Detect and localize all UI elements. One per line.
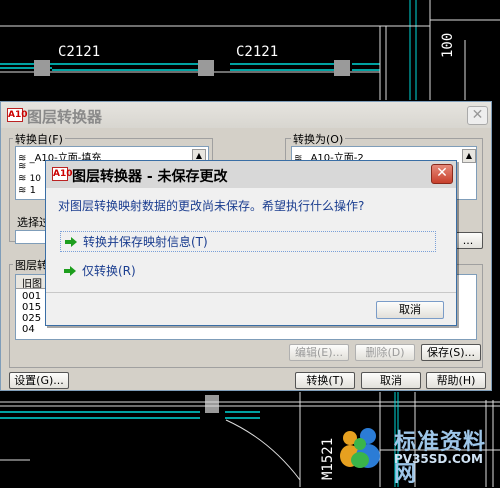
list-item[interactable]: ≋ 1 xyxy=(18,185,36,196)
convert-to-label: 转换为(O) xyxy=(291,131,346,147)
scroll-up-icon[interactable]: ▲ xyxy=(462,149,476,163)
layer-stack-icon: ≋ xyxy=(18,185,27,196)
list-item[interactable]: ≋ xyxy=(18,161,26,172)
modal-title: 图层转换器 - 未保存更改 xyxy=(72,169,228,185)
convert-only-option[interactable]: 仅转换(R) xyxy=(60,261,436,282)
watermark: 标准资料网 PV35SD.COM xyxy=(338,424,498,487)
cad-label-c2121-left: C2121 xyxy=(58,44,101,60)
list-item[interactable]: ≋ 10 xyxy=(18,173,41,184)
convert-from-label: 转换自(F) xyxy=(13,131,65,147)
dialog-titlebar[interactable]: A10 图层转换器 ✕ xyxy=(1,102,491,128)
dialog-title: 图层转换器 xyxy=(27,108,103,126)
layer-stack-icon: ≋ xyxy=(18,173,27,184)
layer-stack-icon: ≋ xyxy=(18,161,27,172)
divider xyxy=(46,292,456,293)
modal-message: 对图层转换映射数据的更改尚未保存。希望执行什么操作? xyxy=(58,199,365,213)
modal-titlebar[interactable]: A10 图层转换器 - 未保存更改 ✕ xyxy=(46,161,456,188)
app-logo-icon: A10 xyxy=(52,167,73,181)
settings-button[interactable]: 设置(G)... xyxy=(9,372,69,389)
table-row[interactable]: 04 xyxy=(22,324,35,335)
convert-and-save-label: 转换并保存映射信息(T) xyxy=(83,235,208,249)
convert-button[interactable]: 转换(T) xyxy=(295,372,355,389)
modal-cancel-button[interactable]: 取消 xyxy=(376,301,444,319)
watermark-people-icon xyxy=(340,428,380,468)
cad-label-door: M1521 xyxy=(320,437,336,480)
convert-and-save-option[interactable]: 转换并保存映射信息(T) xyxy=(60,231,436,252)
save-button[interactable]: 保存(S)... xyxy=(421,344,481,361)
help-button[interactable]: 帮助(H) xyxy=(426,372,486,389)
cancel-button[interactable]: 取消 xyxy=(361,372,421,389)
convert-to-more-button[interactable]: ... xyxy=(453,232,483,249)
cad-label-c2121-right: C2121 xyxy=(236,44,279,60)
watermark-url: PV35SD.COM xyxy=(394,452,483,466)
close-icon[interactable]: ✕ xyxy=(467,106,488,125)
close-icon[interactable]: ✕ xyxy=(431,164,453,184)
table-row[interactable]: 001 xyxy=(22,291,41,302)
unsaved-changes-dialog: A10 图层转换器 - 未保存更改 ✕ 对图层转换映射数据的更改尚未保存。希望执… xyxy=(45,160,457,326)
table-row[interactable]: 015 xyxy=(22,302,41,313)
cad-label-dimension: 100 xyxy=(440,32,456,58)
edit-button[interactable]: 编辑(E)... xyxy=(289,344,349,361)
delete-button[interactable]: 删除(D) xyxy=(355,344,415,361)
app-logo-icon: A10 xyxy=(7,108,28,122)
table-row[interactable]: 025 xyxy=(22,313,41,324)
convert-only-label: 仅转换(R) xyxy=(82,264,136,278)
select-filter-input[interactable] xyxy=(15,230,49,244)
